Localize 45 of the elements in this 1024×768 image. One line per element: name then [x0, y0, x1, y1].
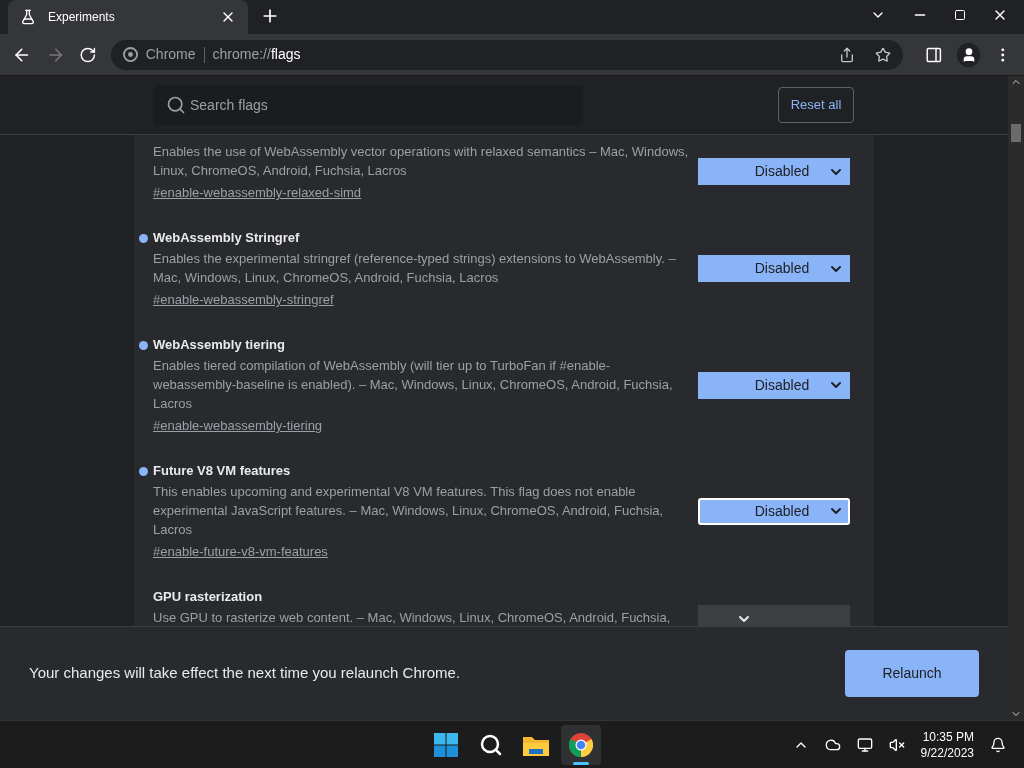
- taskbar-app[interactable]: [561, 724, 601, 765]
- flag-link[interactable]: #enable-future-v8-vm-features: [153, 542, 328, 561]
- profile-avatar[interactable]: [956, 42, 981, 67]
- flag-link[interactable]: #enable-webassembly-stringref: [153, 290, 334, 309]
- network-icon[interactable]: [856, 736, 873, 753]
- search-field[interactable]: Search flags: [154, 85, 583, 125]
- flag-description: Enables the use of WebAssembly vector operations with relaxed semantics – Mac, Windows, Linux, ChromeOS, Android, Fuchsia, Lacros: [153, 143, 690, 180]
- bookmark-star-icon[interactable]: [875, 46, 892, 63]
- flag-description: Enables tiered compilation of WebAssembly (will tier up to TurboFan if #enable-webassembly-baseline is enabled). – Mac, Windows, Linux, ChromeOS, Android, Fuchsia, Lacros: [153, 357, 674, 413]
- reset-all-button[interactable]: Reset all: [778, 87, 854, 123]
- flag-description: Enables the experimental stringref (reference-typed strings) extensions to WebAssembly. – Mac, Windows, Linux, ChromeOS, Android, Fuchsia, Lacros: [153, 250, 677, 287]
- side-panel-icon[interactable]: [925, 45, 943, 64]
- flag-title: WebAssembly Stringref: [153, 229, 300, 248]
- notification-bell-icon[interactable]: [990, 736, 1006, 753]
- flag-select[interactable]: Disabled: [698, 371, 850, 399]
- address-bar[interactable]: Chrome chrome://flags: [110, 39, 904, 70]
- flag-select[interactable]: Disabled: [698, 497, 850, 525]
- url-text: chrome://flags: [212, 45, 301, 64]
- search-icon: [479, 732, 503, 757]
- relaunch-message: Your changes will take effect the next time you relaunch Chrome.: [29, 663, 461, 684]
- flag-description: Use GPU to rasterize web content. – Mac, Windows, Linux, ChromeOS, Android, Fuchsia,: [153, 609, 672, 626]
- restore-icon[interactable]: [954, 9, 966, 21]
- flag-title: Future V8 VM features: [153, 462, 291, 481]
- windows-logo-icon: [434, 732, 458, 757]
- active-indicator: [573, 761, 589, 765]
- site-label: Chrome: [145, 45, 196, 64]
- search-icon: [166, 95, 186, 115]
- relaunch-button[interactable]: Relaunch: [845, 650, 979, 697]
- flag-title: GPU rasterization: [153, 588, 263, 607]
- scrollbar[interactable]: [1008, 76, 1024, 720]
- flag-select[interactable]: Disabled: [698, 255, 850, 282]
- scrollbar-thumb[interactable]: [1011, 124, 1021, 142]
- muted-speaker-icon[interactable]: [888, 736, 905, 753]
- flag-title: WebAssembly tiering: [153, 336, 285, 355]
- reload-icon[interactable]: [79, 45, 97, 64]
- flag-description: This enables upcoming and experimental V8 VM features. This flag does not enable experimental JavaScript features. – Mac, Windows, Linux, ChromeOS, Android, Fuchsia, Lacros: [153, 483, 665, 539]
- share-icon[interactable]: [839, 46, 856, 63]
- flag-link[interactable]: #enable-webassembly-relaxed-simd: [153, 183, 362, 202]
- flask-icon: [20, 9, 36, 25]
- flag-select[interactable]: Disabled: [698, 158, 850, 185]
- flag-link[interactable]: #enable-webassembly-tiering: [153, 416, 323, 435]
- browser-logo-icon: [569, 732, 593, 757]
- clock[interactable]: 10:35 PM 9/22/2023: [920, 728, 974, 761]
- browser-logo-icon: [122, 47, 138, 62]
- browser-tab[interactable]: Experiments: [8, 0, 248, 34]
